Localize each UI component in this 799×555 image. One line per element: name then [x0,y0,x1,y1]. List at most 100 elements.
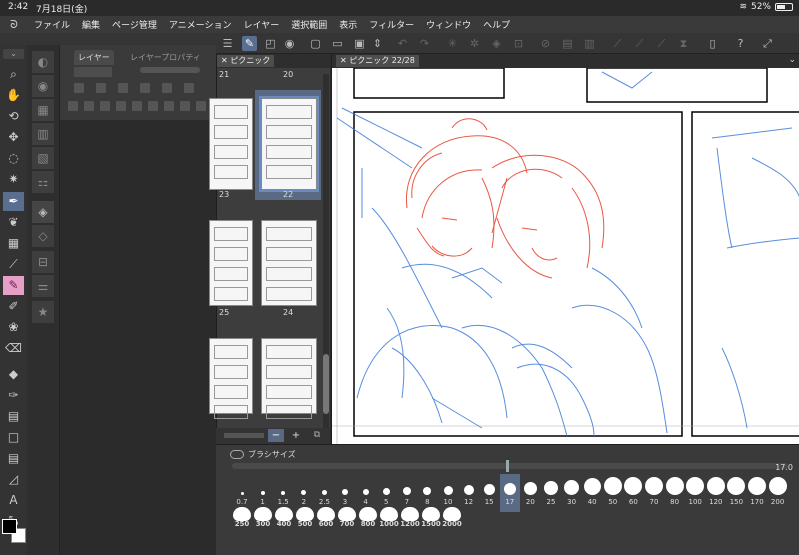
subtool-icon-6[interactable]: ⚏ [32,171,54,193]
new-folder-icon[interactable] [100,101,110,111]
menu-file[interactable]: ファイル [28,18,76,31]
edit-icon[interactable]: ✎ [242,36,257,51]
subtool-icon-4[interactable]: ▥ [32,123,54,145]
menu-page[interactable]: ページ管理 [106,18,163,31]
page-thumb-27[interactable] [209,338,253,419]
subtool-icon-3[interactable]: ▦ [32,99,54,121]
brush-size-preset[interactable]: 20 [520,474,540,512]
deselect-icon[interactable]: ⊘ [538,36,553,51]
ink-pen-icon[interactable]: ✑ [3,386,24,405]
layer-ruler-icon[interactable] [184,83,194,93]
page-manager-scrollbar[interactable] [323,74,329,434]
pen-line3-icon[interactable]: ⟋ [654,36,669,51]
rectangle-icon[interactable]: □ [3,428,24,447]
eyedropper-icon[interactable]: ⟋ [3,255,24,274]
page-manager-tab[interactable]: ✕ ピクニック [217,55,275,67]
eraser-icon[interactable]: ⌫ [3,339,24,358]
stepper-icon[interactable]: ⇕ [370,36,385,51]
brush-size-preset[interactable]: 25 [541,474,561,512]
brush-size-slider[interactable] [232,463,788,469]
brush-size-preset[interactable]: 80 [665,474,685,512]
brush-size-preset[interactable]: 30 [562,474,582,512]
page-settings-icon[interactable]: ⧉ [311,429,323,442]
menu-edit[interactable]: 編集 [76,18,106,31]
panel-toggle-icon[interactable] [230,449,244,459]
navigator-icon[interactable]: ⊟ [32,251,54,273]
page-thumb-22[interactable] [259,96,319,192]
page-thumb-23[interactable] [209,98,253,190]
ruler-icon[interactable]: ◿ [3,470,24,489]
brush-size-preset[interactable]: 60 [623,474,643,512]
tab-layer-property[interactable]: レイヤープロパティ [126,50,205,65]
save-icon[interactable]: ▣ [352,36,367,51]
grid-icon[interactable]: ▦ [3,234,24,253]
material-star-icon[interactable]: ★ [32,301,54,323]
brush-size-preset[interactable]: 150 [726,474,746,512]
decoration-icon[interactable]: ❀ [3,318,24,337]
hamburger-icon[interactable]: ☰ [220,36,235,51]
subtool-icon-2[interactable]: ◉ [32,75,54,97]
layers-panel-icon[interactable]: ◈ [32,201,54,223]
page-thumb-25[interactable] [209,220,253,306]
blend-mode-select[interactable] [74,67,112,77]
copy-layer-icon[interactable] [116,101,126,111]
clear-icon[interactable]: ✲ [467,36,482,51]
menu-animation[interactable]: アニメーション [163,18,238,31]
menu-help[interactable]: ヘルプ [477,18,516,31]
brush-size-preset[interactable]: 50 [603,474,623,512]
expand-icon[interactable]: ⤢ [760,36,775,51]
hand-icon[interactable]: ✋ [3,86,24,105]
menu-layer[interactable]: レイヤー [238,18,286,31]
zoom-icon[interactable]: ⌕ [3,65,24,84]
brush-size-preset[interactable]: 120 [706,474,726,512]
subtool-icon-1[interactable]: ◐ [32,51,54,73]
pencil-icon[interactable]: ✎ [3,276,24,295]
new-vector-icon[interactable] [84,101,94,111]
layer-draft-icon[interactable] [140,83,150,93]
gradient-icon[interactable]: ▤ [3,407,24,426]
thumbnail-size-slider[interactable] [224,433,264,438]
redo-icon[interactable]: ↷ [417,36,432,51]
brush-size-preset[interactable]: 100 [685,474,705,512]
menu-view[interactable]: 表示 [333,18,363,31]
new-file-icon[interactable]: ▢ [308,36,323,51]
tab-menu-chevron-icon[interactable]: ⌄ [788,55,796,65]
app-logo-icon[interactable]: ᘐ [0,18,28,32]
mask-icon[interactable] [148,101,158,111]
fill-bucket-icon[interactable]: ◆ [3,365,24,384]
pen-line2-icon[interactable]: ⟋ [632,36,647,51]
crop-icon[interactable]: ▤ [560,36,575,51]
canvas-tab[interactable]: ✕ ピクニック 22/28 [336,55,419,67]
loading-icon[interactable]: ✳ [445,36,460,51]
manga-canvas[interactable] [332,68,799,444]
brush-size-slider-handle[interactable] [506,460,509,472]
menu-selection[interactable]: 選択範囲 [285,18,333,31]
transform-icon[interactable]: ⊡ [511,36,526,51]
flip-icon[interactable]: ⧗ [676,36,691,51]
scrollbar-thumb[interactable] [323,354,329,414]
menu-filter[interactable]: フィルター [363,18,420,31]
text-icon[interactable]: A [3,491,24,510]
undo-icon[interactable]: ↶ [395,36,410,51]
delete-layer-icon[interactable] [196,101,206,111]
canvas-area[interactable]: ✕ ピクニック 22/28 ⌄ [331,54,799,444]
layers-icon[interactable]: ◰ [263,36,278,51]
brush-size-preset[interactable]: 70 [644,474,664,512]
zoom-in-button[interactable]: + [288,429,304,442]
merge-icon[interactable] [132,101,142,111]
brush-size-preset[interactable]: 17 [499,474,520,512]
layer-search-icon[interactable]: ◇ [32,225,54,247]
open-folder-icon[interactable]: ▭ [330,36,345,51]
tool-collapse-icon[interactable]: ⌄ [3,49,24,59]
pen-icon[interactable]: ✒ [3,192,24,211]
layer-color-icon[interactable] [180,101,190,111]
brush-size-preset[interactable]: 170 [747,474,767,512]
lasso-icon[interactable]: ◌ [3,149,24,168]
settings-sliders-icon[interactable]: ⚌ [32,275,54,297]
brush-icon[interactable]: ❦ [3,213,24,232]
apply-mask-icon[interactable] [164,101,174,111]
airbrush-icon[interactable]: ✐ [3,297,24,316]
brush-size-preset[interactable]: 40 [582,474,602,512]
eye-icon[interactable]: ◉ [282,36,297,51]
invert-icon[interactable]: ▥ [582,36,597,51]
